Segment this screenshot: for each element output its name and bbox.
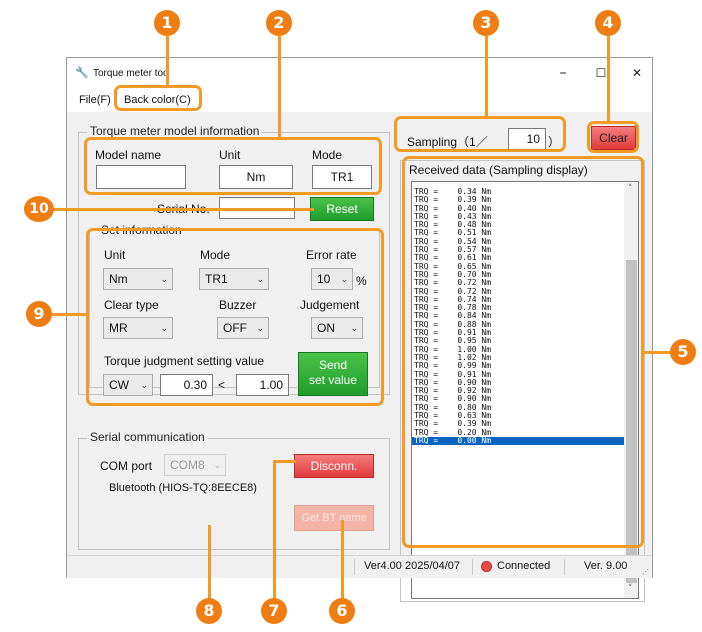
- callout-line-4: [607, 36, 610, 123]
- highlight-sampling: [394, 116, 566, 152]
- status-divider: [354, 559, 355, 575]
- callout-line-7b: [273, 460, 276, 608]
- callout-badge-4: 4: [595, 10, 621, 36]
- disconnect-button[interactable]: Disconn.: [294, 454, 374, 478]
- callout-badge-6: 6: [329, 598, 355, 624]
- firmware-version: Ver. 9.00: [584, 560, 628, 572]
- callout-line-10: [52, 208, 314, 211]
- status-bar: Ver4.00 2025/04/07 Connected Ver. 9.00 ⋰: [67, 555, 652, 578]
- get-bt-name-button[interactable]: Get BT name: [294, 505, 374, 531]
- minimize-button[interactable]: –: [545, 62, 581, 84]
- highlight-received-data: [402, 156, 644, 548]
- com-port-select[interactable]: COM8 ⌄: [164, 454, 226, 476]
- callout-badge-5: 5: [670, 339, 696, 365]
- version-date: Ver4.00 2025/04/07: [364, 560, 461, 572]
- status-divider: [564, 559, 565, 575]
- callout-badge-7: 7: [261, 598, 287, 624]
- callout-line-1: [166, 36, 169, 88]
- model-info-title: Torque meter model information: [87, 124, 263, 138]
- maximize-button[interactable]: ☐: [583, 62, 619, 84]
- com-port-label: COM port: [100, 459, 153, 473]
- serial-comm-title: Serial communication: [87, 430, 208, 444]
- callout-line-7a: [273, 460, 296, 463]
- callout-line-8: [208, 525, 211, 608]
- callout-line-2: [278, 36, 281, 139]
- callout-line-9: [52, 313, 88, 316]
- callout-badge-9: 9: [26, 301, 52, 327]
- close-button[interactable]: ✕: [619, 62, 655, 84]
- bluetooth-info: Bluetooth (HIOS-TQ:8EECE8): [109, 482, 257, 494]
- chevron-down-icon: ⌄: [213, 460, 221, 470]
- highlight-clear: [587, 121, 639, 153]
- title-bar: 🔧 Torque meter too – ☐ ✕: [67, 58, 652, 88]
- callout-badge-10: 10: [24, 196, 54, 222]
- highlight-back-color: [114, 85, 202, 111]
- callout-line-6: [341, 520, 344, 608]
- callout-badge-2: 2: [266, 10, 292, 36]
- connection-status: Connected: [497, 560, 551, 572]
- resize-grip-icon[interactable]: ⋰: [642, 568, 650, 576]
- callout-line-3: [485, 36, 488, 118]
- status-divider: [472, 559, 473, 575]
- highlight-model-info: [84, 137, 382, 195]
- reset-button[interactable]: Reset: [310, 197, 374, 221]
- callout-badge-8: 8: [196, 598, 222, 624]
- connection-indicator-icon: [481, 561, 492, 572]
- wrench-icon: 🔧: [75, 66, 89, 79]
- menu-file[interactable]: File(F): [75, 91, 115, 109]
- highlight-set-info: [86, 228, 384, 406]
- callout-badge-3: 3: [473, 10, 499, 36]
- scroll-down-icon[interactable]: ˅: [628, 584, 633, 594]
- callout-badge-1: 1: [154, 10, 180, 36]
- window-title: Torque meter too: [93, 68, 169, 79]
